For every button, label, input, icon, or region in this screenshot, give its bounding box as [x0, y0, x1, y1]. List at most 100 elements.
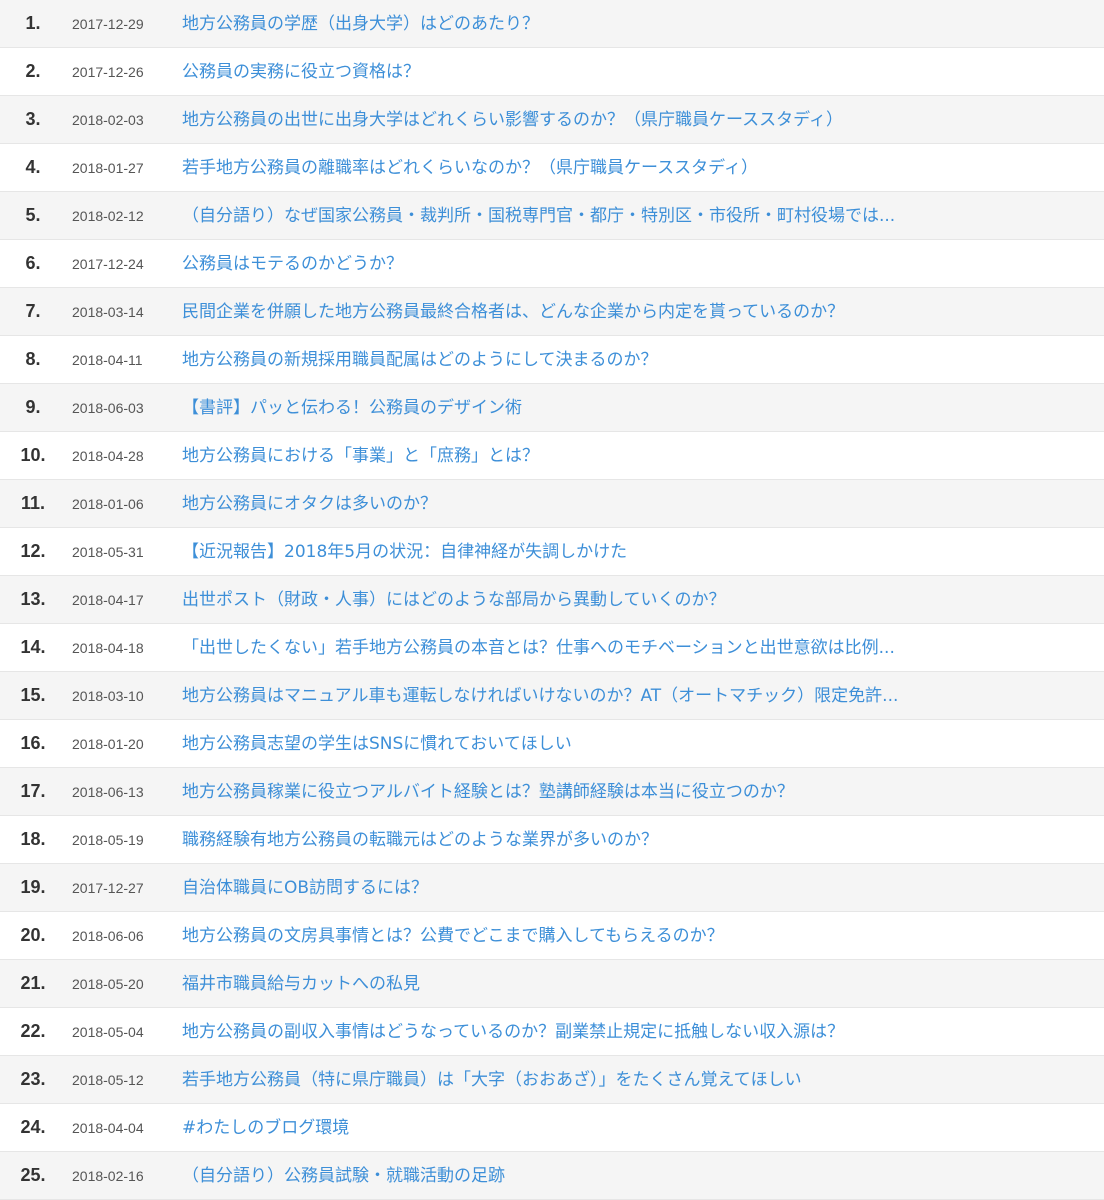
article-title-link[interactable]: 若手地方公務員の離職率はどれくらいなのか？（県庁職員ケーススタディ） — [182, 156, 758, 180]
rank-number: 19. — [20, 877, 46, 897]
ranking-row: 14. 2018-04-18 「出世したくない」若手地方公務員の本音とは？仕事へ… — [0, 624, 1104, 672]
article-title-link[interactable]: 地方公務員志望の学生はSNSに慣れておいてほしい — [182, 732, 572, 756]
article-title-link[interactable]: 地方公務員の学歴（出身大学）はどのあたり？ — [182, 12, 539, 36]
rank-number: 5. — [25, 205, 41, 225]
rank-number: 3. — [25, 109, 41, 129]
article-title-link[interactable]: 若手地方公務員（特に県庁職員）は「大字（おおあざ）」をたくさん覚えてほしい — [182, 1068, 802, 1092]
article-title-link[interactable]: 自治体職員にOB訪問するには？ — [182, 876, 428, 900]
rank-number: 20. — [20, 925, 46, 945]
post-date: 2018-05-20 — [72, 975, 144, 992]
article-title-link[interactable]: 地方公務員はマニュアル車も運転しなければいけないのか？AT（オートマチック）限定… — [182, 684, 898, 708]
rank-number: 14. — [20, 637, 46, 657]
post-date: 2017-12-24 — [72, 255, 144, 272]
post-date: 2018-01-06 — [72, 495, 144, 512]
post-date: 2017-12-27 — [72, 879, 144, 896]
post-date: 2018-02-16 — [72, 1167, 144, 1184]
ranking-row: 21. 2018-05-20 福井市職員給与カットへの私見 — [0, 960, 1104, 1008]
ranking-row: 20. 2018-06-06 地方公務員の文房具事情とは？公費でどこまで購入して… — [0, 912, 1104, 960]
article-title-link[interactable]: 福井市職員給与カットへの私見 — [182, 972, 420, 996]
rank-number: 1. — [25, 13, 41, 33]
article-title-link[interactable]: 公務員はモテるのかどうか？ — [182, 252, 403, 276]
article-title-link[interactable]: 地方公務員の新規採用職員配属はどのようにして決まるのか？ — [182, 348, 658, 372]
post-date: 2018-04-04 — [72, 1119, 144, 1136]
ranking-row: 9. 2018-06-03 【書評】パッと伝わる！公務員のデザイン術 — [0, 384, 1104, 432]
article-title-link[interactable]: 【書評】パッと伝わる！公務員のデザイン術 — [182, 396, 522, 420]
post-date: 2018-04-28 — [72, 447, 144, 464]
ranking-row: 16. 2018-01-20 地方公務員志望の学生はSNSに慣れておいてほしい — [0, 720, 1104, 768]
rank-number: 18. — [20, 829, 46, 849]
ranking-row: 5. 2018-02-12 （自分語り）なぜ国家公務員・裁判所・国税専門官・都庁… — [0, 192, 1104, 240]
post-date: 2018-01-20 — [72, 735, 144, 752]
ranking-row: 13. 2018-04-17 出世ポスト（財政・人事）にはどのような部局から異動… — [0, 576, 1104, 624]
article-title-link[interactable]: 職務経験有地方公務員の転職元はどのような業界が多いのか？ — [182, 828, 658, 852]
article-title-link[interactable]: 【近況報告】2018年5月の状況：自律神経が失調しかけた — [182, 540, 627, 564]
post-date: 2018-05-04 — [72, 1023, 144, 1040]
post-date: 2018-04-17 — [72, 591, 144, 608]
article-title-link[interactable]: 出世ポスト（財政・人事）にはどのような部局から異動していくのか？ — [182, 588, 726, 612]
article-title-link[interactable]: 地方公務員にオタクは多いのか？ — [182, 492, 437, 516]
ranking-row: 2. 2017-12-26 公務員の実務に役立つ資格は？ — [0, 48, 1104, 96]
rank-number: 21. — [20, 973, 46, 993]
rank-number: 11. — [20, 493, 46, 513]
article-title-link[interactable]: 「出世したくない」若手地方公務員の本音とは？仕事へのモチベーションと出世意欲は比… — [182, 636, 895, 660]
rank-number: 2. — [25, 61, 41, 81]
ranking-row: 25. 2018-02-16 （自分語り）公務員試験・就職活動の足跡 — [0, 1152, 1104, 1200]
ranking-row: 19. 2017-12-27 自治体職員にOB訪問するには？ — [0, 864, 1104, 912]
article-title-link[interactable]: 地方公務員の文房具事情とは？公費でどこまで購入してもらえるのか？ — [182, 924, 724, 948]
post-date: 2018-02-12 — [72, 207, 144, 224]
ranking-row: 18. 2018-05-19 職務経験有地方公務員の転職元はどのような業界が多い… — [0, 816, 1104, 864]
rank-number: 4. — [25, 157, 41, 177]
post-date: 2018-06-06 — [72, 927, 144, 944]
article-title-link[interactable]: #わたしのブログ環境 — [182, 1116, 349, 1140]
ranking-row: 15. 2018-03-10 地方公務員はマニュアル車も運転しなければいけないの… — [0, 672, 1104, 720]
ranking-row: 12. 2018-05-31 【近況報告】2018年5月の状況：自律神経が失調し… — [0, 528, 1104, 576]
article-title-link[interactable]: 公務員の実務に役立つ資格は？ — [182, 60, 420, 84]
article-title-link[interactable]: 地方公務員の出世に出身大学はどれくらい影響するのか？（県庁職員ケーススタディ） — [182, 108, 843, 132]
rank-number: 15. — [20, 685, 46, 705]
post-date: 2018-04-18 — [72, 639, 144, 656]
ranking-row: 3. 2018-02-03 地方公務員の出世に出身大学はどれくらい影響するのか？… — [0, 96, 1104, 144]
rank-number: 17. — [20, 781, 46, 801]
rank-number: 13. — [20, 589, 46, 609]
post-date: 2018-01-27 — [72, 159, 144, 176]
ranking-list: 1. 2017-12-29 地方公務員の学歴（出身大学）はどのあたり？ 2. 2… — [0, 0, 1104, 1200]
article-title-link[interactable]: 地方公務員の副収入事情はどうなっているのか？副業禁止規定に抵触しない収入源は？ — [182, 1020, 844, 1044]
rank-number: 9. — [25, 397, 41, 417]
rank-number: 24. — [20, 1117, 46, 1137]
post-date: 2018-04-11 — [72, 351, 143, 368]
ranking-row: 6. 2017-12-24 公務員はモテるのかどうか？ — [0, 240, 1104, 288]
rank-number: 8. — [25, 349, 41, 369]
article-title-link[interactable]: 地方公務員における「事業」と「庶務」とは？ — [182, 444, 539, 468]
post-date: 2018-05-12 — [72, 1071, 144, 1088]
ranking-row: 22. 2018-05-04 地方公務員の副収入事情はどうなっているのか？副業禁… — [0, 1008, 1104, 1056]
rank-number: 12. — [20, 541, 46, 561]
post-date: 2018-02-03 — [72, 111, 144, 128]
post-date: 2018-05-31 — [72, 543, 144, 560]
article-title-link[interactable]: 民間企業を併願した地方公務員最終合格者は、どんな企業から内定を貰っているのか？ — [182, 300, 844, 324]
ranking-row: 10. 2018-04-28 地方公務員における「事業」と「庶務」とは？ — [0, 432, 1104, 480]
rank-number: 25. — [20, 1165, 46, 1185]
post-date: 2018-06-13 — [72, 783, 144, 800]
rank-number: 7. — [25, 301, 41, 321]
article-title-link[interactable]: 地方公務員稼業に役立つアルバイト経験とは？塾講師経験は本当に役立つのか？ — [182, 780, 794, 804]
rank-number: 10. — [20, 445, 46, 465]
post-date: 2018-03-14 — [72, 303, 144, 320]
rank-number: 16. — [20, 733, 46, 753]
ranking-row: 17. 2018-06-13 地方公務員稼業に役立つアルバイト経験とは？塾講師経… — [0, 768, 1104, 816]
ranking-row: 4. 2018-01-27 若手地方公務員の離職率はどれくらいなのか？（県庁職員… — [0, 144, 1104, 192]
ranking-row: 8. 2018-04-11 地方公務員の新規採用職員配属はどのようにして決まるの… — [0, 336, 1104, 384]
ranking-row: 23. 2018-05-12 若手地方公務員（特に県庁職員）は「大字（おおあざ）… — [0, 1056, 1104, 1104]
rank-number: 22. — [20, 1021, 46, 1041]
post-date: 2018-06-03 — [72, 399, 144, 416]
post-date: 2018-03-10 — [72, 687, 144, 704]
ranking-row: 11. 2018-01-06 地方公務員にオタクは多いのか？ — [0, 480, 1104, 528]
rank-number: 23. — [20, 1069, 46, 1089]
post-date: 2017-12-26 — [72, 63, 144, 80]
ranking-row: 7. 2018-03-14 民間企業を併願した地方公務員最終合格者は、どんな企業… — [0, 288, 1104, 336]
article-title-link[interactable]: （自分語り）公務員試験・就職活動の足跡 — [182, 1164, 505, 1188]
rank-number: 6. — [25, 253, 41, 273]
article-title-link[interactable]: （自分語り）なぜ国家公務員・裁判所・国税専門官・都庁・特別区・市役所・町村役場で… — [182, 204, 895, 228]
post-date: 2018-05-19 — [72, 831, 144, 848]
ranking-row: 1. 2017-12-29 地方公務員の学歴（出身大学）はどのあたり？ — [0, 0, 1104, 48]
post-date: 2017-12-29 — [72, 15, 144, 32]
